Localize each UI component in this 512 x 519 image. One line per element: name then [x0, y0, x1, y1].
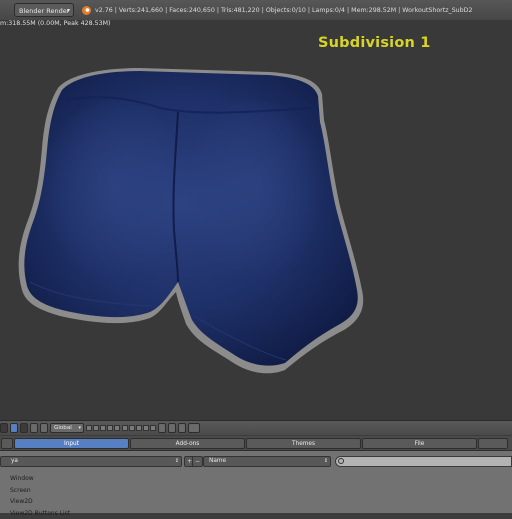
- translate-icon[interactable]: [30, 423, 38, 433]
- remove-preset-icon[interactable]: −: [192, 456, 203, 467]
- tab-interface[interactable]: [1, 438, 13, 449]
- render-engine-select[interactable]: Blender Render ▾: [14, 3, 74, 17]
- manipulator-toggle-icon[interactable]: [20, 423, 28, 433]
- keymap-filter-row: ya ↕ + − Name ↕: [0, 456, 512, 468]
- 3d-viewport[interactable]: m:318.55M (0.00M, Peak 428.53M) Subdivis…: [0, 20, 512, 420]
- proportional-edit-icon[interactable]: [178, 423, 186, 433]
- chevron-down-icon: ▾: [67, 4, 70, 17]
- filter-type-label: Name: [209, 458, 226, 464]
- rotate-icon[interactable]: [40, 423, 48, 433]
- right-cheek-shade: [185, 100, 325, 290]
- info-header: Blender Render ▾ v2.76 | Verts:241,660 |…: [0, 0, 512, 21]
- render-preview-icon[interactable]: [188, 423, 200, 433]
- viewport-header: Global ▾: [0, 420, 512, 435]
- snap-icon[interactable]: [168, 423, 176, 433]
- tab-addons[interactable]: Add-ons: [130, 438, 245, 449]
- keymap-list: Window Screen View2D View2D Buttons List: [10, 473, 70, 519]
- pivot-icon[interactable]: [10, 423, 18, 433]
- chevron-down-icon: ▾: [78, 424, 81, 433]
- mode-icon[interactable]: [0, 423, 8, 433]
- search-icon: [338, 458, 344, 464]
- tab-system[interactable]: [478, 438, 508, 449]
- lock-camera-icon[interactable]: [158, 423, 166, 433]
- layer-buttons-b[interactable]: [122, 425, 156, 431]
- orientation-label: Global: [54, 425, 72, 431]
- keymap-item-view2d[interactable]: View2D: [10, 496, 70, 508]
- blender-logo-icon: [82, 6, 91, 15]
- transform-orientation-select[interactable]: Global ▾: [50, 423, 84, 433]
- scene-statistics: v2.76 | Verts:241,660 | Faces:240,650 | …: [95, 7, 473, 14]
- keymap-item-window[interactable]: Window: [10, 473, 70, 485]
- render-engine-label: Blender Render: [19, 7, 69, 15]
- layer-buttons-a[interactable]: [86, 425, 120, 431]
- left-cheek-shade: [40, 100, 190, 290]
- input-preferences-panel: ya ↕ + − Name ↕ Window Screen View2D Vie…: [0, 450, 512, 513]
- tab-themes[interactable]: Themes: [246, 438, 361, 449]
- tab-file[interactable]: File: [362, 438, 477, 449]
- shorts-model: [0, 20, 512, 420]
- keymap-search-input[interactable]: [335, 456, 512, 467]
- tab-input[interactable]: Input: [14, 438, 129, 449]
- filter-type-select[interactable]: Name ↕: [203, 456, 331, 467]
- keymap-preset-label: ya: [11, 458, 18, 464]
- keymap-item-view2d-buttons-list[interactable]: View2D Buttons List: [10, 508, 70, 519]
- up-down-arrows-icon: ↕: [324, 457, 328, 466]
- up-down-arrows-icon: ↕: [175, 457, 179, 466]
- preferences-tabs: Input Add-ons Themes File: [0, 436, 512, 450]
- keymap-preset-select[interactable]: ya ↕: [0, 456, 182, 467]
- keymap-item-screen[interactable]: Screen: [10, 485, 70, 497]
